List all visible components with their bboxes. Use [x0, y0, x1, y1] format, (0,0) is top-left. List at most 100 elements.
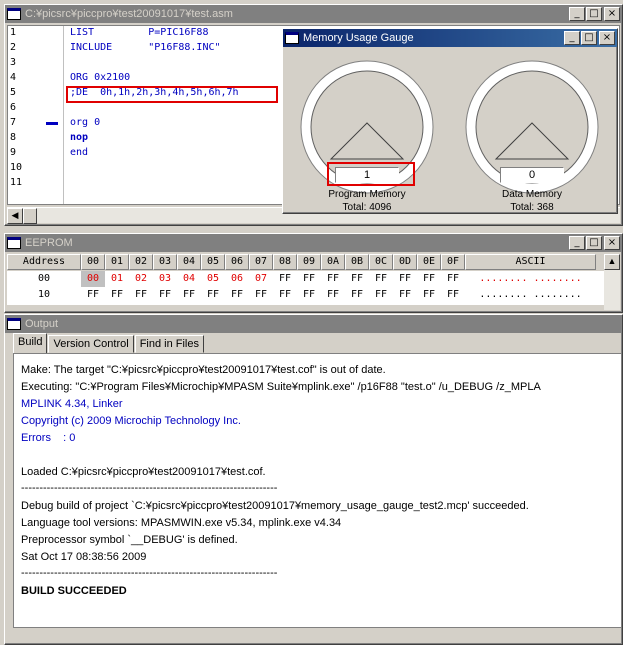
log-line: Preprocessor symbol `__DEBUG' is defined… [21, 534, 238, 546]
eeprom-cell[interactable]: FF [273, 287, 297, 303]
eeprom-cell[interactable]: FF [81, 287, 105, 303]
eeprom-cell[interactable]: FF [105, 287, 129, 303]
eeprom-cell[interactable]: FF [249, 287, 273, 303]
column-header[interactable]: 0F [441, 254, 465, 270]
column-header[interactable]: 0C [369, 254, 393, 270]
eeprom-ascii[interactable]: ........ ........ [465, 287, 596, 303]
minimize-button[interactable]: _ [569, 7, 585, 21]
eeprom-cell[interactable]: 01 [105, 271, 129, 287]
eeprom-cell[interactable]: FF [417, 271, 441, 287]
column-header[interactable]: 00 [81, 254, 105, 270]
eeprom-cell[interactable]: 07 [249, 271, 273, 287]
eeprom-cell[interactable]: 00 [81, 271, 105, 287]
eeprom-cell[interactable]: FF [417, 287, 441, 303]
eeprom-window[interactable]: EEPROM _ □ × Address 00 01 02 03 04 05 0… [4, 233, 623, 313]
minimize-button[interactable]: _ [564, 31, 580, 45]
log-line: Executing: "C:¥Program Files¥Microchip¥M… [21, 381, 541, 393]
gauge-window[interactable]: Memory Usage Gauge _ □ × 1 Program Memor… [282, 28, 618, 214]
gauge-titlebar[interactable]: Memory Usage Gauge _ □ × [283, 29, 617, 47]
maximize-button[interactable]: □ [586, 236, 602, 250]
column-header[interactable]: 07 [249, 254, 273, 270]
eeprom-cell[interactable]: FF [321, 287, 345, 303]
column-header[interactable]: 02 [129, 254, 153, 270]
maximize-button[interactable]: □ [586, 7, 602, 21]
line-number: 7 [10, 117, 17, 128]
eeprom-row[interactable]: 00 00 01 02 03 04 05 06 07 FF FF FF FF FF FF FF FF......… [7, 271, 604, 287]
editor-titlebar[interactable]: C:¥picsrc¥piccpro¥test20091017¥test.asm … [5, 5, 622, 23]
build-output-log[interactable]: Make: The target "C:¥picsrc¥piccpro¥test… [13, 353, 622, 628]
column-header[interactable]: 01 [105, 254, 129, 270]
code-line[interactable]: LIST P=PIC16F88 [70, 27, 208, 38]
close-button[interactable]: × [604, 236, 620, 250]
eeprom-cell[interactable]: FF [393, 287, 417, 303]
scroll-thumb[interactable] [23, 208, 37, 224]
column-header[interactable]: 08 [273, 254, 297, 270]
eeprom-cell[interactable]: FF [273, 271, 297, 287]
eeprom-cell[interactable]: FF [129, 287, 153, 303]
highlight-box [327, 162, 415, 186]
output-titlebar[interactable]: Output [5, 315, 622, 333]
code-line[interactable]: INCLUDE "P16F88.INC" [70, 42, 221, 53]
eeprom-cell[interactable]: FF [369, 271, 393, 287]
column-header[interactable]: ASCII [465, 254, 596, 270]
tab-find-in-files[interactable]: Find in Files [134, 335, 204, 353]
tab-build[interactable]: Build [13, 333, 48, 353]
eeprom-cell[interactable]: FF [297, 271, 321, 287]
eeprom-cell[interactable]: FF [153, 287, 177, 303]
log-line: Copyright (c) 2009 Microchip Technology … [21, 415, 241, 427]
eeprom-grid[interactable]: 00 00 01 02 03 04 05 06 07 FF FF FF FF FF FF FF FF......… [7, 271, 604, 305]
column-header[interactable]: 0E [417, 254, 441, 270]
code-line[interactable]: end [70, 147, 88, 158]
eeprom-row[interactable]: 10 FF FF FF FF FF FF FF FF FF FF FF FF FF FF FF FF......… [7, 287, 604, 303]
eeprom-cell[interactable]: FF [393, 271, 417, 287]
line-number: 3 [10, 57, 17, 68]
vertical-scrollbar[interactable]: ▲ [604, 254, 620, 310]
column-header[interactable]: 0A [321, 254, 345, 270]
line-number: 5 [10, 87, 17, 98]
column-header[interactable]: 0D [393, 254, 417, 270]
line-number: 2 [10, 42, 17, 53]
eeprom-cell[interactable]: FF [345, 271, 369, 287]
eeprom-cell[interactable]: FF [345, 287, 369, 303]
close-button[interactable]: × [599, 31, 615, 45]
log-line: Make: The target "C:¥picsrc¥piccpro¥test… [21, 364, 386, 376]
line-number: 8 [10, 132, 17, 143]
eeprom-cell[interactable]: FF [225, 287, 249, 303]
line-number-gutter[interactable]: 1 2 3 4 5 6 7 8 9 10 11 [8, 26, 64, 204]
eeprom-cell[interactable]: FF [177, 287, 201, 303]
log-separator: ----------------------------------------… [21, 482, 278, 494]
window-icon [7, 318, 21, 330]
column-header[interactable]: 05 [201, 254, 225, 270]
eeprom-cell[interactable]: FF [297, 287, 321, 303]
log-line: Errors : 0 [21, 432, 76, 444]
eeprom-cell[interactable]: 04 [177, 271, 201, 287]
eeprom-cell[interactable]: FF [369, 287, 393, 303]
scroll-up-icon[interactable]: ▲ [604, 254, 620, 270]
close-button[interactable]: × [604, 7, 620, 21]
eeprom-cell[interactable]: FF [441, 271, 465, 287]
output-window[interactable]: Output Build Version Control Find in Fil… [4, 314, 623, 645]
maximize-button[interactable]: □ [581, 31, 597, 45]
code-line[interactable]: org 0 [70, 117, 100, 128]
eeprom-cell[interactable]: FF [441, 287, 465, 303]
eeprom-cell[interactable]: 06 [225, 271, 249, 287]
column-header[interactable]: 09 [297, 254, 321, 270]
minimize-button[interactable]: _ [569, 236, 585, 250]
eeprom-cell[interactable]: FF [321, 271, 345, 287]
column-header[interactable]: 0B [345, 254, 369, 270]
eeprom-cell[interactable]: 03 [153, 271, 177, 287]
column-header[interactable]: 04 [177, 254, 201, 270]
column-header[interactable]: 03 [153, 254, 177, 270]
scroll-left-icon[interactable]: ◀ [7, 208, 23, 224]
tab-version-control[interactable]: Version Control [48, 335, 134, 353]
eeprom-ascii[interactable]: ........ ........ [465, 271, 596, 287]
code-line[interactable]: ORG 0x2100 [70, 72, 130, 83]
eeprom-cell[interactable]: 05 [201, 271, 225, 287]
program-memory-label: Program Memory [328, 189, 406, 200]
eeprom-cell[interactable]: 02 [129, 271, 153, 287]
eeprom-cell[interactable]: FF [201, 287, 225, 303]
code-line[interactable]: nop [70, 132, 88, 143]
eeprom-titlebar[interactable]: EEPROM _ □ × [5, 234, 622, 252]
column-header[interactable]: 06 [225, 254, 249, 270]
column-header[interactable]: Address [7, 254, 81, 270]
